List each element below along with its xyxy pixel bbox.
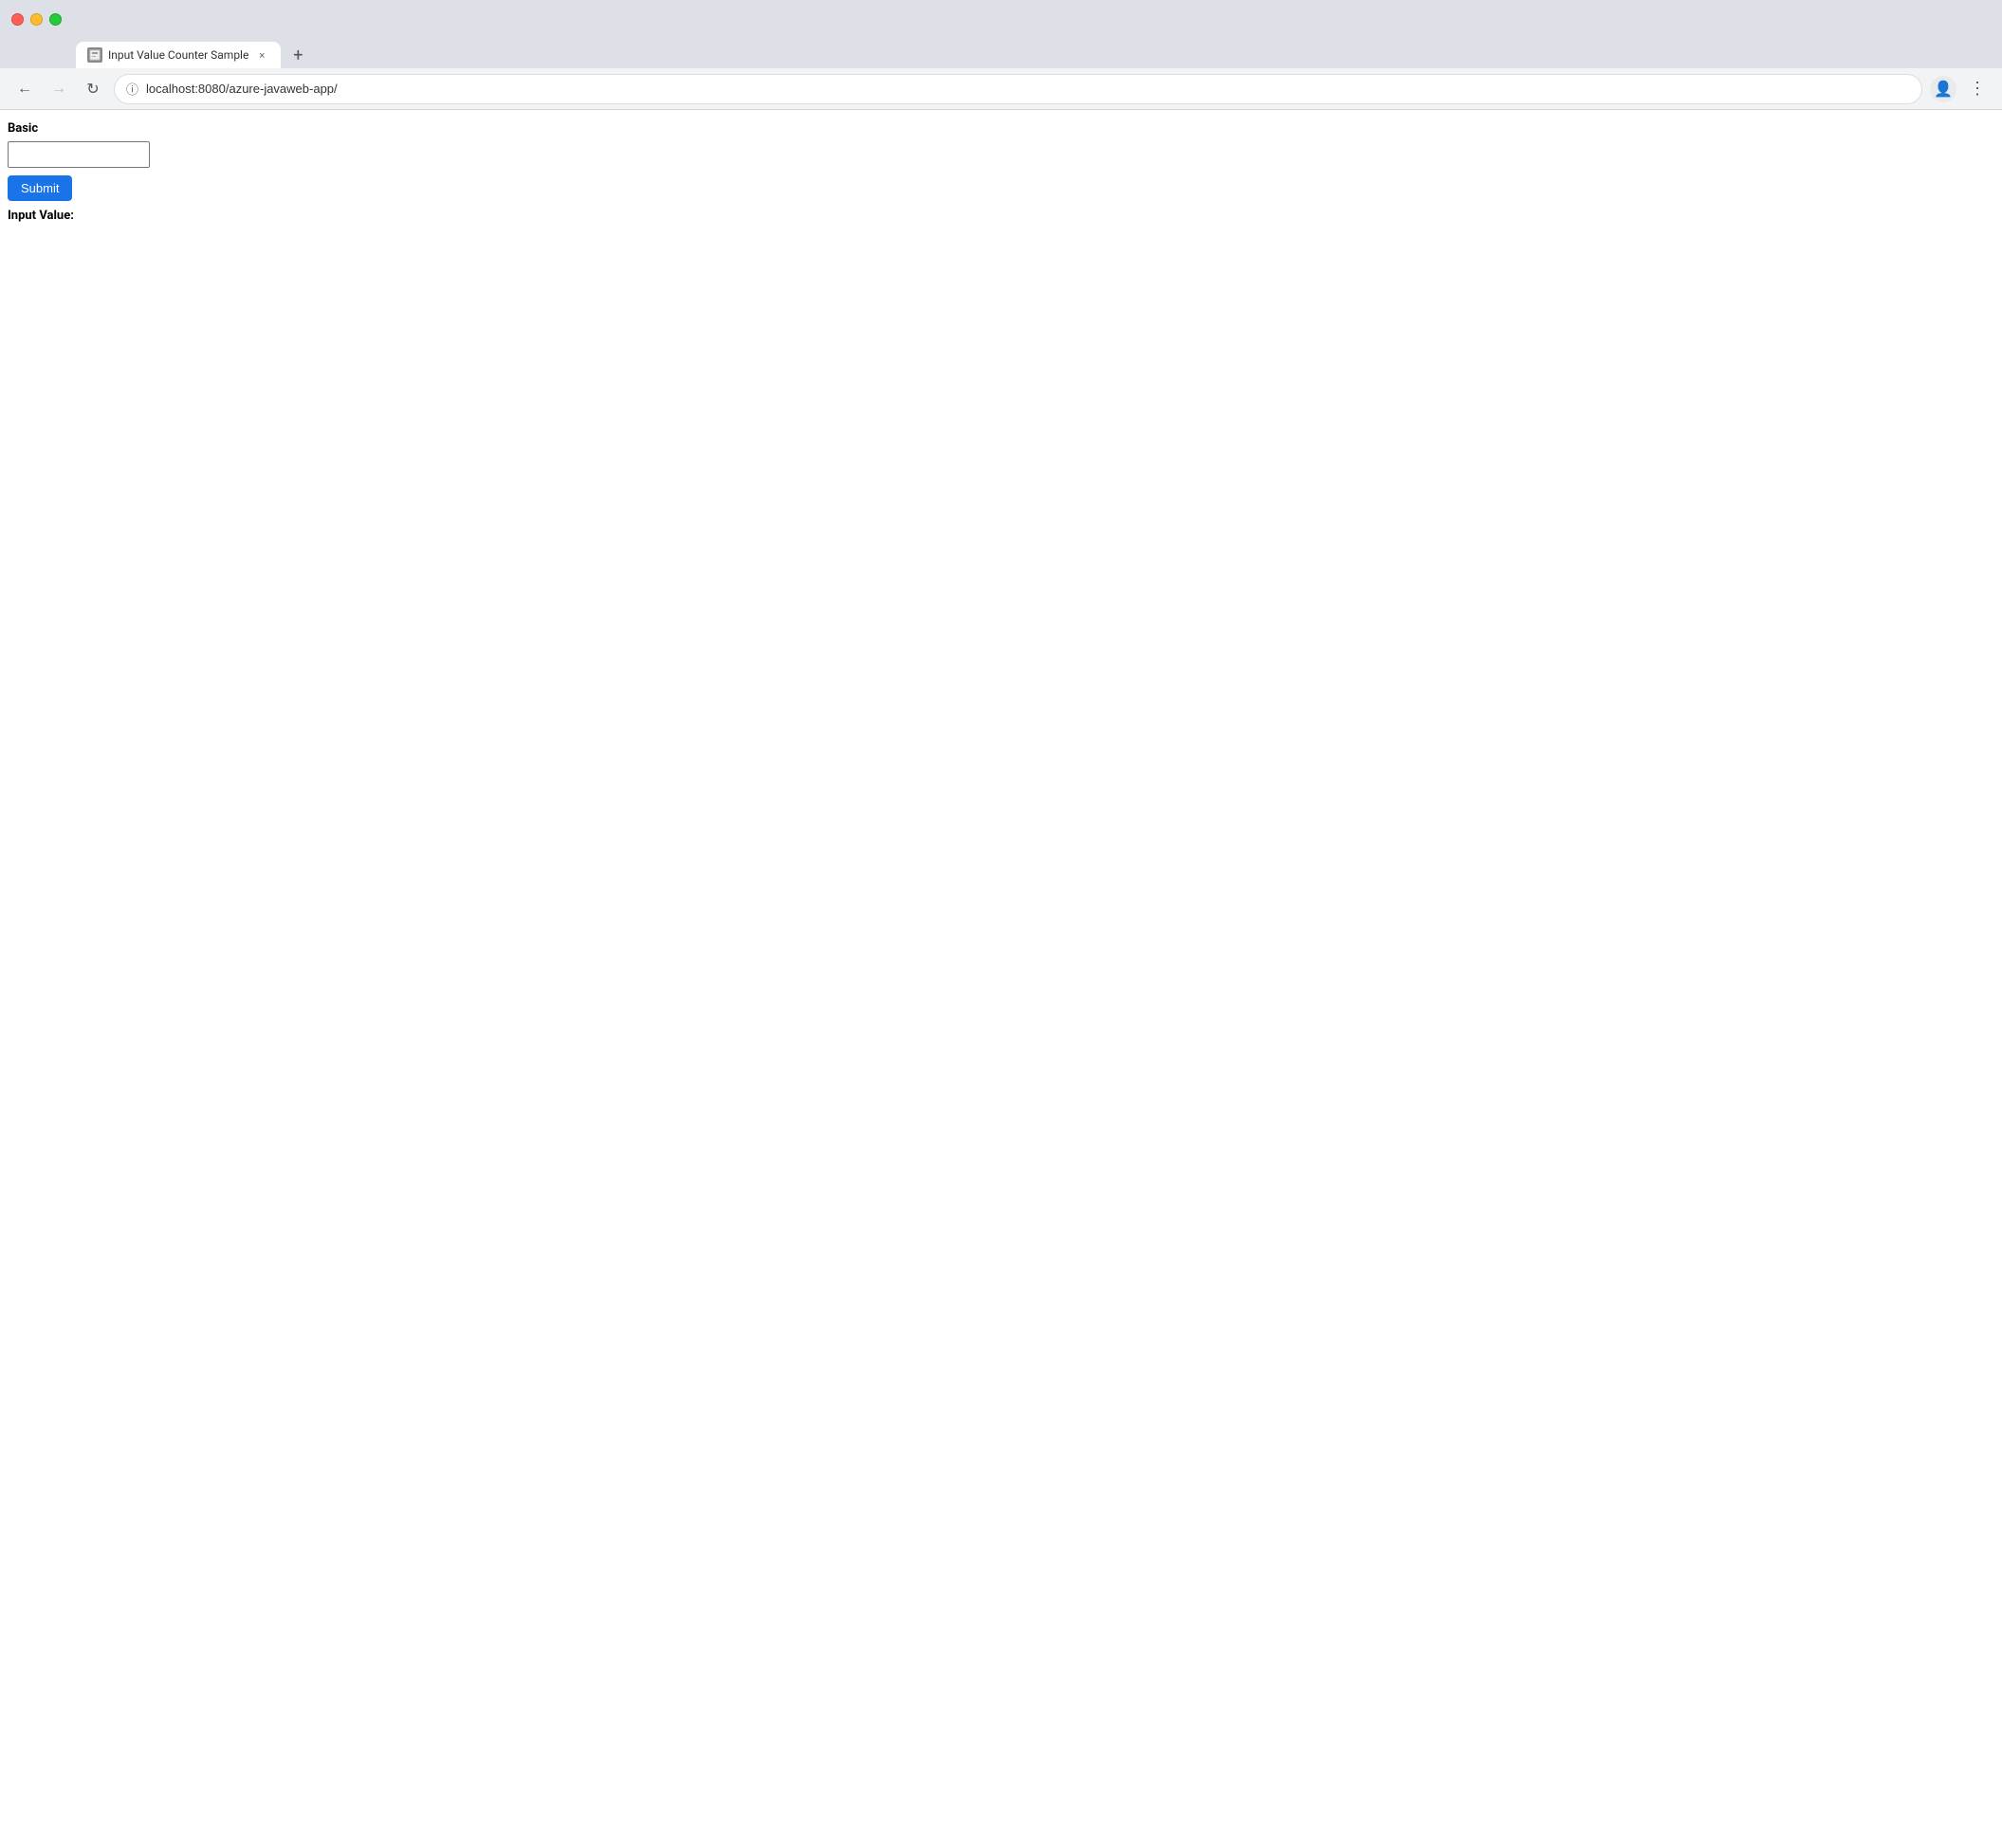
forward-button[interactable]: → xyxy=(46,76,72,102)
browser-chrome: Input Value Counter Sample × + ← → ↻ ⓘ 👤… xyxy=(0,0,2002,110)
submit-button[interactable]: Submit xyxy=(8,175,72,201)
basic-input[interactable] xyxy=(8,141,150,168)
reload-button[interactable]: ↻ xyxy=(80,76,106,102)
tab-close-button[interactable]: × xyxy=(254,47,269,63)
maximize-button[interactable] xyxy=(49,13,62,26)
tab-bar: Input Value Counter Sample × + xyxy=(0,38,2002,68)
active-tab[interactable]: Input Value Counter Sample × xyxy=(76,42,281,68)
page-content: Basic Submit Input Value: xyxy=(0,110,2002,1848)
traffic-lights xyxy=(11,13,62,26)
lock-icon: ⓘ xyxy=(126,80,138,98)
new-tab-button[interactable]: + xyxy=(285,42,311,68)
address-bar[interactable] xyxy=(146,82,1910,96)
title-bar xyxy=(0,0,2002,38)
minimize-button[interactable] xyxy=(30,13,43,26)
profile-button[interactable]: 👤 xyxy=(1930,76,1956,102)
nav-bar: ← → ↻ ⓘ 👤 ⋮ xyxy=(0,68,2002,110)
section-label: Basic xyxy=(8,121,1994,136)
address-bar-container: ⓘ xyxy=(114,74,1922,104)
close-button[interactable] xyxy=(11,13,24,26)
tab-title: Input Value Counter Sample xyxy=(108,48,248,62)
input-value-label: Input Value: xyxy=(8,209,1994,223)
back-button[interactable]: ← xyxy=(11,76,38,102)
tab-favicon xyxy=(87,47,102,63)
menu-button[interactable]: ⋮ xyxy=(1964,76,1991,102)
